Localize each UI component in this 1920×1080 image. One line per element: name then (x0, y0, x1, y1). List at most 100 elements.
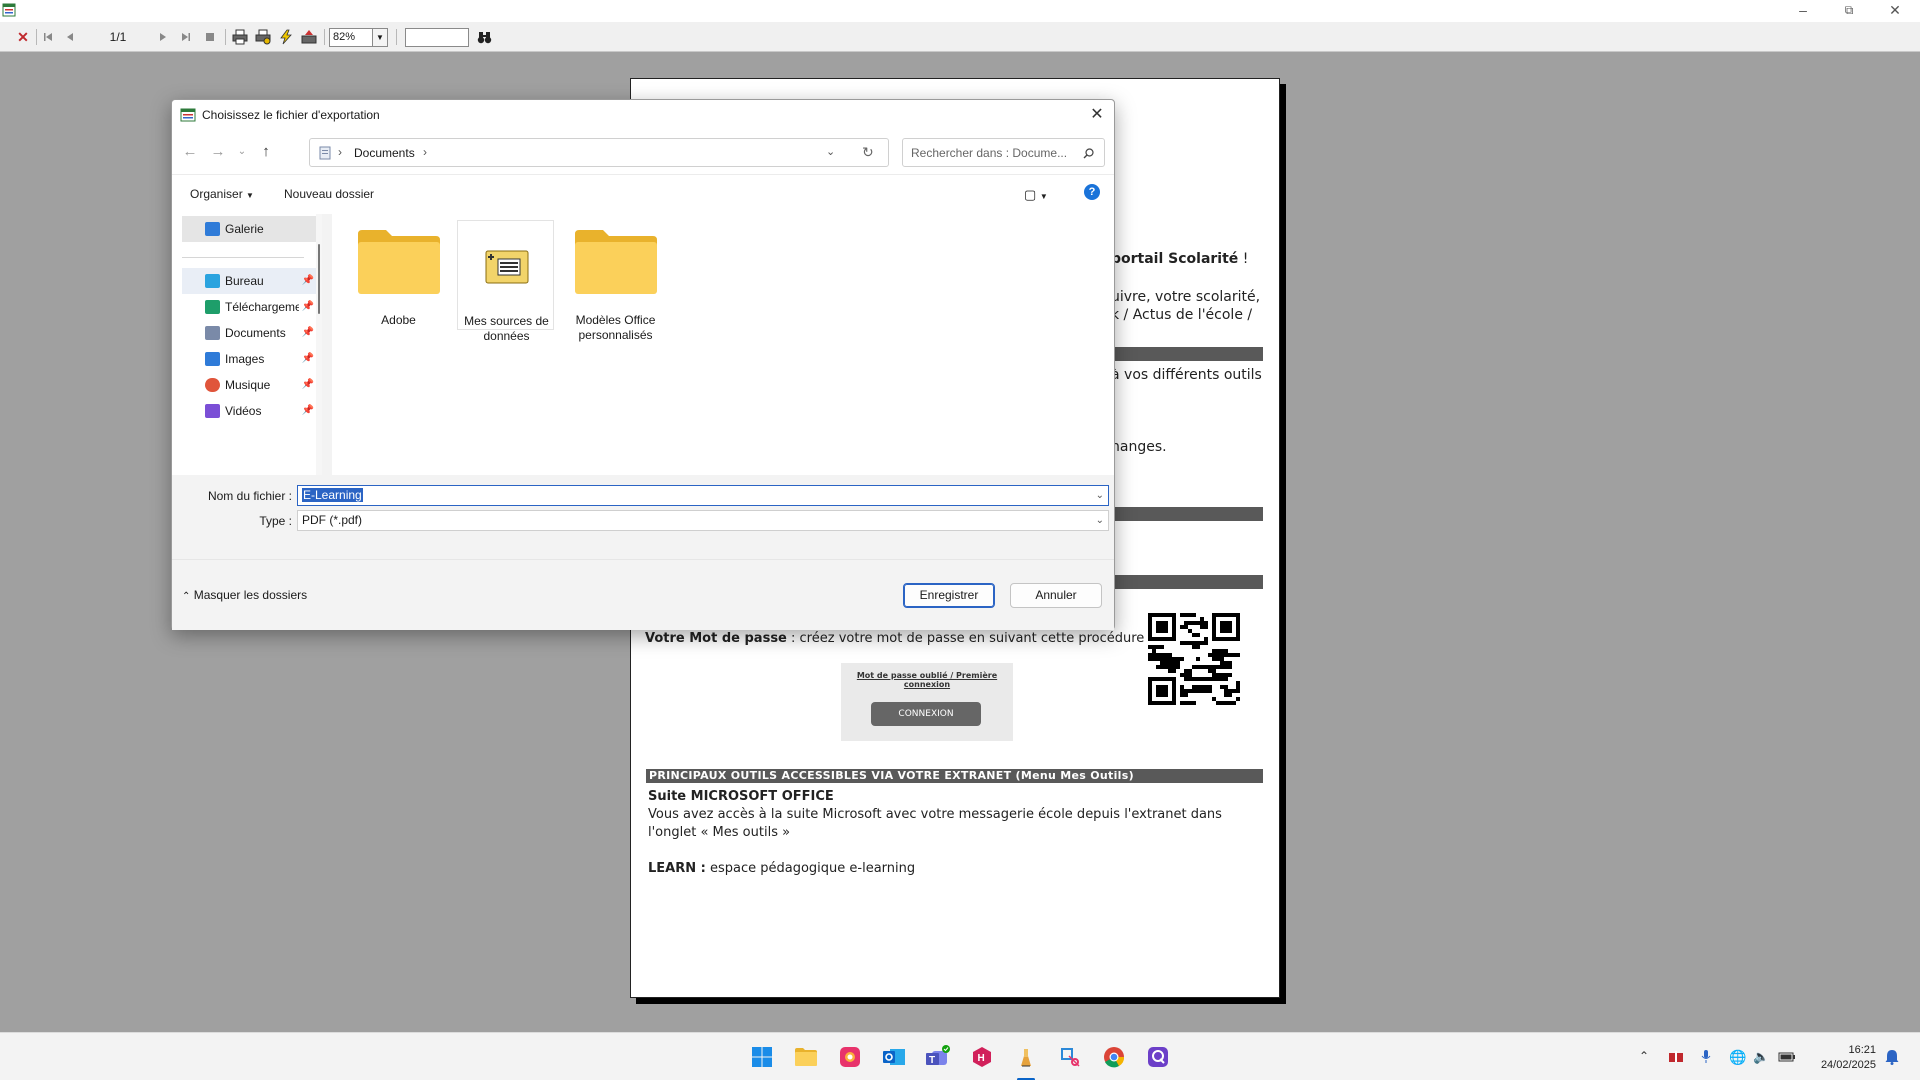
close-window-button[interactable]: ✕ (1872, 0, 1918, 22)
notification-bell-icon[interactable] (1885, 1049, 1899, 1068)
data-source-icon (485, 250, 529, 284)
refresh-icon[interactable]: ↻ (862, 144, 874, 161)
export-icon[interactable] (299, 28, 319, 46)
sidebar-item-documents[interactable]: Documents 📌 (182, 320, 318, 346)
search-icon[interactable] (1083, 148, 1094, 159)
sidebar-item-telechargements[interactable]: Téléchargements 📌 (182, 294, 318, 320)
chevron-down-icon[interactable]: ⌄ (1096, 511, 1104, 530)
first-page-icon[interactable] (40, 28, 56, 46)
sidebar-item-musique[interactable]: Musique 📌 (182, 372, 318, 398)
q-app-icon[interactable] (1144, 1043, 1172, 1071)
stop-icon[interactable] (202, 28, 218, 46)
last-page-icon[interactable] (178, 28, 194, 46)
sidebar-item-videos[interactable]: Vidéos 📌 (182, 398, 318, 424)
clock-date: 24/02/2025 (1820, 1059, 1876, 1071)
pen-app-icon[interactable] (1012, 1043, 1040, 1071)
view-options-icon[interactable]: ▢ ▼ (1024, 187, 1048, 203)
help-icon[interactable]: ? (1084, 184, 1100, 200)
address-bar[interactable]: › Documents › ⌄ ↻ (309, 138, 889, 167)
suite-title: Suite MICROSOFT OFFICE (648, 789, 834, 804)
print-setup-icon[interactable] (253, 28, 273, 46)
zoom-value: 82% (333, 31, 356, 43)
photos-icon[interactable] (836, 1043, 864, 1071)
new-folder-button[interactable]: Nouveau dossier (284, 187, 374, 201)
breadcrumb-documents[interactable]: Documents (354, 146, 415, 160)
snipping-tool-icon[interactable] (1056, 1043, 1084, 1071)
restore-button[interactable]: ⧉ (1826, 0, 1872, 22)
section-bar: PRINCIPAUX OUTILS ACCESSIBLES VIA VOTRE … (646, 769, 1263, 783)
up-arrow-icon[interactable]: ↑ (256, 143, 276, 161)
close-preview-icon[interactable]: ✕ (15, 28, 31, 46)
music-icon (205, 378, 220, 392)
sidebar-item-galerie[interactable]: Galerie (182, 216, 318, 242)
login-screenshot: Mot de passe oublié / Première connexion… (841, 663, 1013, 741)
print-icon[interactable] (230, 28, 250, 46)
svg-text:T: T (929, 1055, 935, 1066)
back-arrow-icon[interactable]: ← (180, 143, 200, 161)
quick-print-icon[interactable] (276, 28, 296, 46)
filename-input[interactable]: E-Learning ⌄ (297, 485, 1109, 506)
chevron-up-icon: ⌃ (182, 591, 191, 602)
sidebar-scrollbar[interactable] (316, 214, 322, 475)
toolbar-separator (225, 29, 226, 45)
pin-icon: 📌 (301, 301, 314, 312)
dialog-title: Choisissez le fichier d'exportation (202, 108, 380, 122)
filename-value[interactable]: E-Learning (302, 488, 363, 502)
h-app-icon[interactable]: H (968, 1043, 996, 1071)
dialog-titlebar: Choisissez le fichier d'exportation ✕ (172, 100, 1114, 130)
folder-icon (358, 230, 440, 294)
binoculars-icon[interactable] (475, 28, 493, 46)
folder-item-adobe[interactable]: Adobe (350, 220, 447, 330)
pin-icon: 📌 (301, 327, 314, 338)
sidebar-item-images[interactable]: Images 📌 (182, 346, 318, 372)
chevron-down-icon[interactable]: ⌄ (1096, 486, 1104, 505)
battery-icon[interactable] (1778, 1049, 1796, 1065)
sidebar-item-bureau[interactable]: Bureau 📌 (182, 268, 318, 294)
desktop-icon (205, 274, 220, 288)
organize-button[interactable]: Organiser ▼ (190, 187, 254, 201)
find-input[interactable] (405, 28, 469, 47)
app-icon (2, 3, 16, 17)
pin-icon: 📌 (301, 379, 314, 390)
learn-paragraph: LEARN : espace pédagogique e-learning (648, 861, 916, 876)
document-icon (205, 326, 220, 340)
chevron-down-icon[interactable]: ▼ (372, 29, 387, 46)
hide-folders-button[interactable]: ⌃ Masquer les dossiers (182, 588, 307, 602)
volume-muted-icon[interactable]: 🔈 (1753, 1049, 1769, 1065)
cancel-button[interactable]: Annuler (1010, 583, 1102, 608)
clock[interactable]: 16:21 24/02/2025 (1804, 1043, 1876, 1073)
navigation-row: ← → ⌄ ↑ › Documents › ⌄ ↻ Rechercher dan… (172, 130, 1114, 174)
gift-icon[interactable] (1668, 1049, 1684, 1066)
filename-section: Nom du fichier : E-Learning ⌄ Type : PDF… (172, 475, 1114, 630)
recent-locations-icon[interactable]: ⌄ (232, 143, 252, 161)
outlook-icon[interactable] (880, 1043, 908, 1071)
qr-code-icon (1148, 613, 1240, 705)
address-dropdown-icon[interactable]: ⌄ (826, 145, 835, 158)
breadcrumb-chevron-icon[interactable]: › (423, 145, 427, 159)
previous-page-icon[interactable] (62, 28, 78, 46)
dialog-close-button[interactable]: ✕ (1086, 104, 1108, 126)
microphone-icon[interactable] (1701, 1049, 1711, 1067)
language-icon[interactable]: 🌐 (1729, 1049, 1746, 1066)
password-paragraph: Votre Mot de passe : créez votre mot de … (645, 631, 1145, 646)
search-input[interactable]: Rechercher dans : Docume... (902, 138, 1105, 167)
start-icon[interactable] (748, 1043, 776, 1071)
forward-arrow-icon[interactable]: → (208, 143, 228, 161)
suite-text-line: l'onglet « Mes outils » (648, 825, 791, 840)
sidebar-divider (182, 257, 304, 258)
file-explorer-icon[interactable] (792, 1043, 820, 1071)
teams-icon[interactable]: T (924, 1043, 952, 1071)
zoom-select[interactable]: 82% ▼ (329, 28, 388, 47)
folder-item-data-sources[interactable]: Mes sources de données (457, 220, 554, 343)
show-hidden-icons-icon[interactable]: ⌃ (1639, 1049, 1649, 1063)
scrollbar-thumb[interactable] (318, 244, 320, 314)
chrome-icon[interactable] (1100, 1043, 1128, 1071)
page-text-fragment: portail Scolarité ! (1111, 251, 1249, 267)
forgot-password-link: Mot de passe oublié / Première connexion (856, 671, 998, 689)
folder-item-office-templates[interactable]: Modèles Office personnalisés (567, 220, 664, 342)
command-bar: Organiser ▼ Nouveau dossier ▢ ▼ ? (172, 174, 1114, 214)
next-page-icon[interactable] (155, 28, 171, 46)
file-type-select[interactable]: PDF (*.pdf) ⌄ (297, 510, 1109, 531)
save-button[interactable]: Enregistrer (903, 583, 995, 608)
minimize-button[interactable]: – (1780, 0, 1826, 22)
